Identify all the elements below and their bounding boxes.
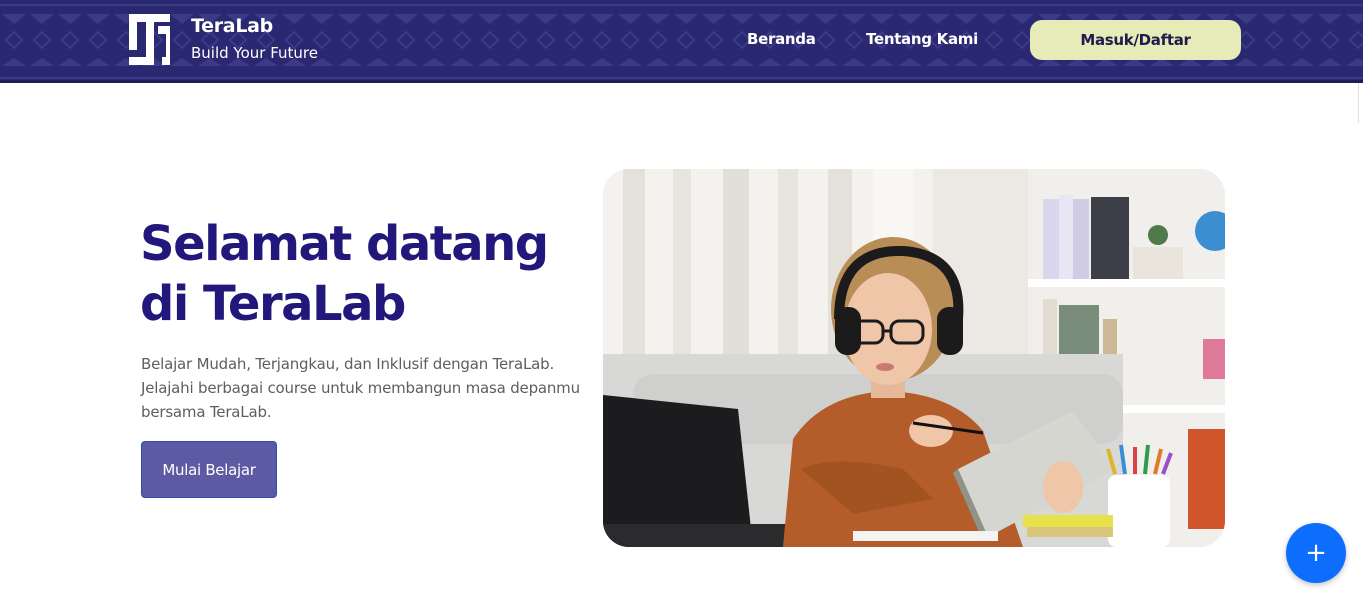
nav-link-beranda[interactable]: Beranda	[747, 30, 816, 48]
brand-name[interactable]: TeraLab	[191, 15, 273, 37]
start-learning-button[interactable]: Mulai Belajar	[141, 441, 277, 498]
hero-image	[603, 169, 1225, 547]
hero-description: Belajar Mudah, Terjangkau, dan Inklusif …	[141, 355, 580, 421]
woman-studying-illustration	[603, 169, 1225, 547]
scrollbar-edge	[1358, 83, 1363, 123]
hero-title: Selamat datang di TeraLab	[140, 216, 549, 332]
login-register-button[interactable]: Masuk/Daftar	[1030, 20, 1241, 60]
teralab-logo-icon[interactable]	[127, 12, 172, 67]
brand-tagline: Build Your Future	[191, 44, 318, 62]
nav-link-tentang-kami[interactable]: Tentang Kami	[866, 30, 978, 48]
add-fab-button[interactable]: +	[1286, 523, 1346, 583]
navbar: TeraLab Build Your Future Beranda Tentan…	[0, 0, 1363, 83]
plus-icon: +	[1305, 538, 1327, 568]
